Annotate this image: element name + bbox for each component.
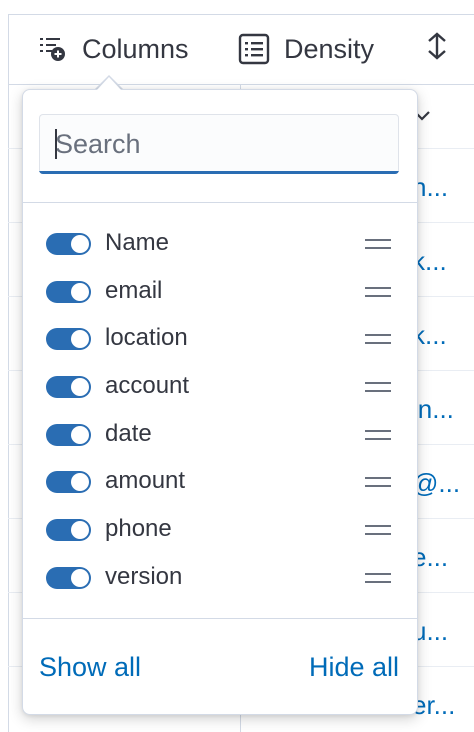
column-item-location[interactable]: location xyxy=(23,315,417,363)
popover-arrow-fill xyxy=(96,77,122,91)
drag-handle-icon[interactable] xyxy=(365,523,391,536)
column-item-account[interactable]: account xyxy=(23,363,417,411)
columns-button-label: Columns xyxy=(82,33,189,64)
column-toggle-switch[interactable] xyxy=(46,566,91,589)
grid-cell[interactable]: u... xyxy=(412,616,474,647)
popover-divider xyxy=(23,618,417,619)
sort-button[interactable] xyxy=(426,30,448,68)
column-item-date[interactable]: date xyxy=(23,411,417,459)
drag-handle-icon[interactable] xyxy=(365,571,391,583)
column-toggle-switch[interactable] xyxy=(46,519,91,542)
grid-cell[interactable]: n... xyxy=(412,172,474,203)
column-search-input[interactable] xyxy=(39,114,399,174)
column-item-label: Name xyxy=(105,229,170,256)
grid-cell[interactable]: k... xyxy=(412,320,474,351)
drag-handle-icon[interactable] xyxy=(365,332,391,345)
sort-icon xyxy=(426,31,448,68)
column-toggle-switch[interactable] xyxy=(46,423,91,446)
column-toggle-switch[interactable] xyxy=(46,280,91,303)
hide-all-button[interactable]: Hide all xyxy=(309,652,399,683)
column-item-amount[interactable]: amount xyxy=(23,458,417,506)
page: Columns Density n... k... k... in... @..… xyxy=(0,0,474,732)
grid-cell[interactable]: er... xyxy=(412,690,474,721)
density-button-label: Density xyxy=(284,33,375,64)
text-caret xyxy=(55,129,57,159)
density-button[interactable]: Density xyxy=(238,30,374,68)
grid-toolbar: Columns Density xyxy=(8,14,474,85)
drag-handle-icon[interactable] xyxy=(365,380,391,393)
column-toggle-switch[interactable] xyxy=(46,233,91,255)
grid-cell[interactable]: k... xyxy=(412,246,474,277)
drag-handle-icon[interactable] xyxy=(365,237,391,249)
popover-divider xyxy=(23,202,417,203)
grid-cell[interactable]: @... xyxy=(412,468,474,499)
column-toggle-switch[interactable] xyxy=(46,328,91,351)
column-item-name[interactable]: Name xyxy=(23,220,417,268)
column-list: Name email location account date amount … xyxy=(23,220,417,602)
grid-cell[interactable]: e... xyxy=(412,542,474,573)
column-item-label: version xyxy=(105,562,183,590)
show-all-button[interactable]: Show all xyxy=(39,652,141,683)
column-item-label: amount xyxy=(105,467,186,495)
column-item-phone[interactable]: phone xyxy=(23,506,417,554)
columns-add-icon xyxy=(38,35,68,63)
column-toggle-switch[interactable] xyxy=(46,471,91,494)
columns-button[interactable]: Columns xyxy=(38,30,189,68)
column-item-label: location xyxy=(105,324,188,352)
grid-cell[interactable]: in... xyxy=(412,394,474,425)
column-item-label: date xyxy=(105,419,152,447)
column-item-label: email xyxy=(105,276,163,304)
drag-handle-icon[interactable] xyxy=(365,428,391,440)
column-search-field[interactable] xyxy=(39,114,399,174)
column-item-email[interactable]: email xyxy=(23,268,417,316)
search-focus-underline xyxy=(39,171,399,174)
column-item-label: phone xyxy=(105,515,172,543)
drag-handle-icon[interactable] xyxy=(365,475,391,488)
table-density-icon xyxy=(238,33,270,65)
column-item-version[interactable]: version xyxy=(23,554,417,602)
column-toggle-switch[interactable] xyxy=(46,376,91,399)
column-item-label: account xyxy=(105,372,190,400)
drag-handle-icon[interactable] xyxy=(365,285,391,297)
column-selector-popover: Name email location xyxy=(22,89,418,715)
